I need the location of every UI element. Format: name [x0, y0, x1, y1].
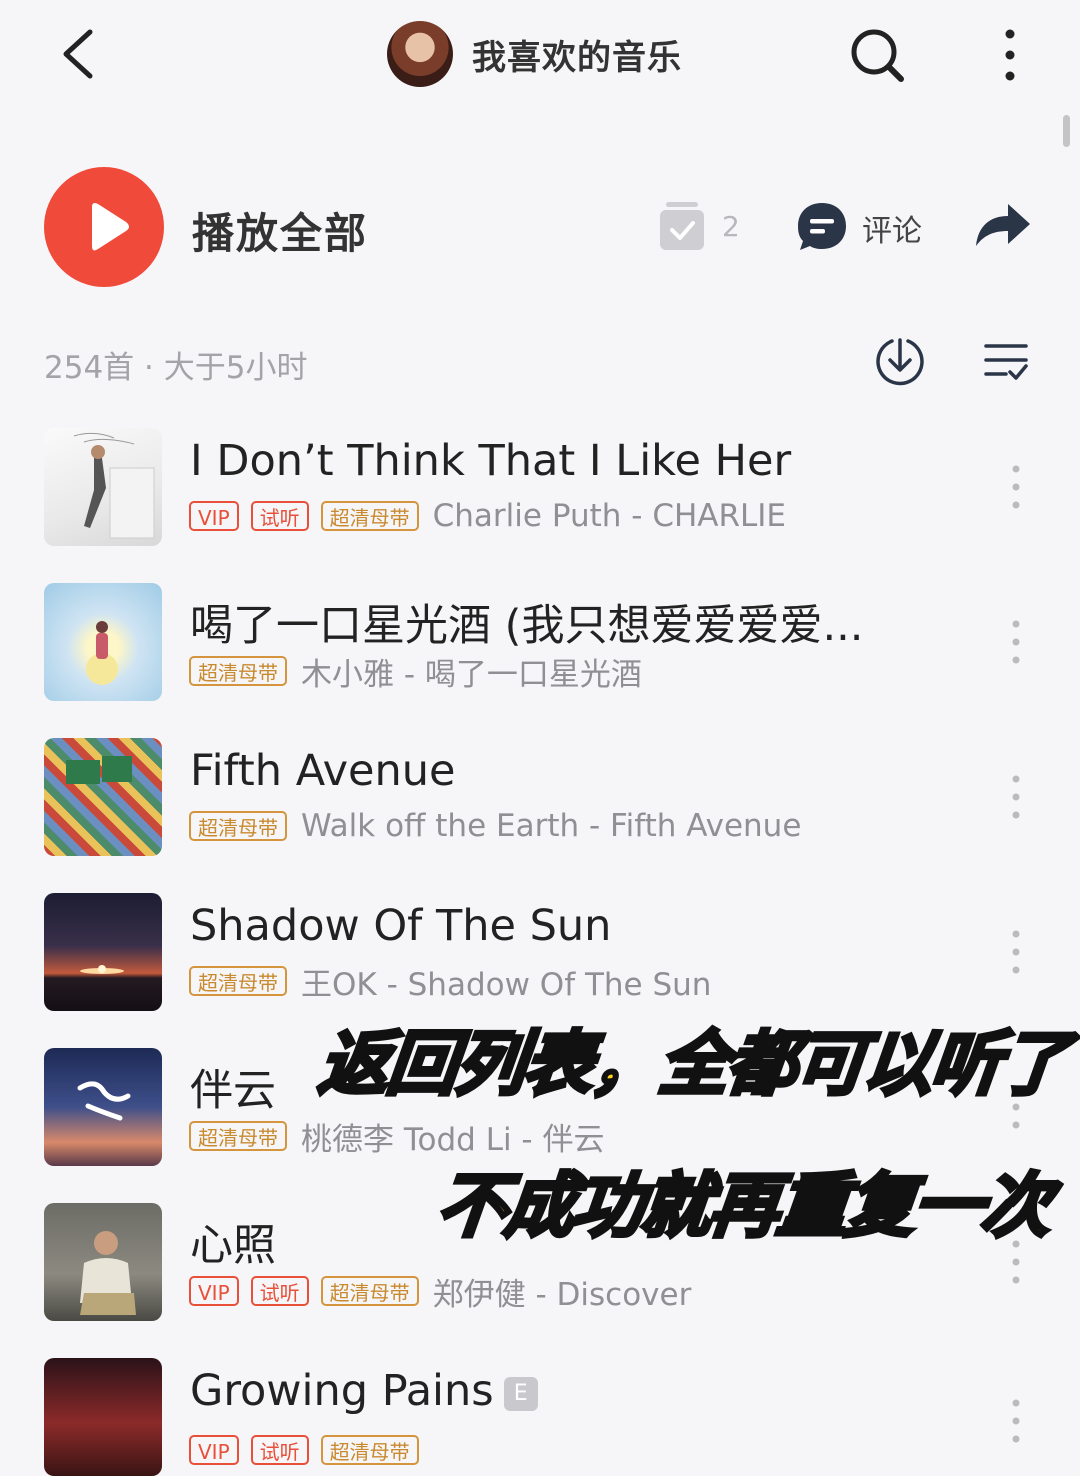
- back-icon[interactable]: [52, 22, 112, 86]
- song-row[interactable]: Growing Pains E VIP 试听 超清母带: [0, 1358, 1080, 1476]
- master-quality-tag: 超清母带: [320, 501, 419, 531]
- song-more-icon[interactable]: [1008, 464, 1024, 510]
- share-icon[interactable]: [972, 200, 1034, 250]
- song-title: 伴云: [190, 1066, 276, 1116]
- song-more-icon[interactable]: [1008, 619, 1024, 665]
- play-icon: [92, 203, 129, 251]
- album-cover: [44, 1048, 162, 1166]
- trial-tag: 试听: [250, 501, 309, 531]
- collect-count: 2: [722, 210, 740, 243]
- trial-tag: 试听: [250, 1276, 309, 1306]
- song-artist: 郑伊健 - Discover: [432, 1276, 692, 1313]
- download-icon[interactable]: [874, 336, 926, 388]
- album-cover: [44, 738, 162, 856]
- master-quality-tag: 超清母带: [189, 1121, 287, 1151]
- collect-icon[interactable]: [658, 200, 706, 252]
- song-title: 心照: [190, 1221, 276, 1271]
- overlay-caption-line1: 返回列表，全都可以听了: [313, 1021, 1074, 1107]
- comment-icon[interactable]: [795, 200, 849, 254]
- song-artist: Charlie Puth - CHARLIE: [432, 498, 787, 534]
- play-all-button[interactable]: [44, 167, 164, 287]
- song-title: I Don’t Think That I Like Her: [190, 436, 792, 486]
- song-row[interactable]: 喝了一口星光酒 (我只想爱爱爱爱... 超清母带 木小雅 - 喝了一口星光酒: [0, 583, 1080, 733]
- album-cover: [44, 1203, 162, 1321]
- page-title: 我喜欢的音乐: [472, 38, 682, 78]
- playlist-avatar: [387, 21, 453, 87]
- vip-tag: VIP: [189, 501, 239, 531]
- song-row[interactable]: Fifth Avenue 超清母带 Walk off the Earth - F…: [0, 738, 1080, 888]
- album-cover: [44, 428, 162, 546]
- vip-tag: VIP: [189, 1276, 239, 1306]
- song-title: Fifth Avenue: [190, 746, 456, 796]
- song-artist: 王OK - Shadow Of The Sun: [301, 966, 712, 1003]
- album-cover: [44, 583, 162, 701]
- song-title: 喝了一口星光酒 (我只想爱爱爱爱...: [190, 601, 864, 651]
- overlay-caption-line2: 不成功就再重复一次: [431, 1163, 1056, 1249]
- album-cover: [44, 1358, 162, 1476]
- song-title: Growing Pains E: [190, 1366, 538, 1416]
- song-count-duration: 254首 · 大于5小时: [44, 350, 308, 386]
- album-cover: [44, 893, 162, 1011]
- multi-select-icon[interactable]: [982, 338, 1030, 386]
- song-artist: Walk off the Earth - Fifth Avenue: [301, 808, 802, 844]
- more-vertical-icon[interactable]: [992, 26, 1028, 84]
- explicit-badge: E: [503, 1376, 538, 1411]
- song-title-text: Growing Pains: [190, 1366, 494, 1416]
- song-more-icon[interactable]: [1008, 929, 1024, 975]
- song-more-icon[interactable]: [1008, 774, 1024, 820]
- song-row[interactable]: I Don’t Think That I Like Her VIP 试听 超清母…: [0, 428, 1080, 578]
- master-quality-tag: 超清母带: [189, 811, 287, 841]
- master-quality-tag: 超清母带: [189, 966, 287, 996]
- scrollbar[interactable]: [1063, 115, 1070, 147]
- play-all-label[interactable]: 播放全部: [192, 200, 368, 261]
- master-quality-tag: 超清母带: [320, 1276, 419, 1306]
- song-more-icon[interactable]: [1008, 1398, 1024, 1444]
- master-quality-tag: 超清母带: [189, 656, 287, 686]
- song-title: Shadow Of The Sun: [190, 901, 612, 951]
- song-artist: 木小雅 - 喝了一口星光酒: [301, 656, 642, 693]
- search-icon[interactable]: [848, 26, 906, 84]
- comment-label[interactable]: 评论: [862, 206, 922, 250]
